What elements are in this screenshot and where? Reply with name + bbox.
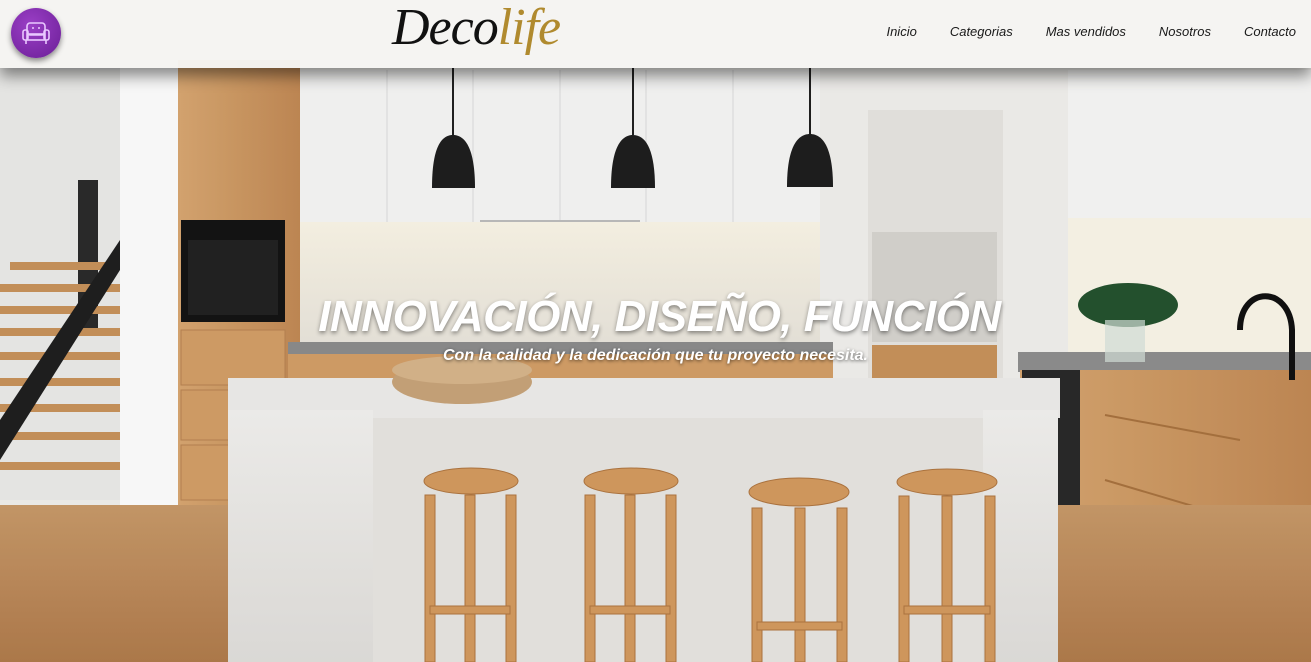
- nav-link-contacto[interactable]: Contacto: [1244, 24, 1296, 39]
- navbar: Decolife Inicio Categorias Mas vendidos …: [0, 0, 1311, 68]
- armchair-icon: [22, 22, 50, 44]
- brand-name-part2: life: [497, 0, 561, 56]
- brand-logo[interactable]: Decolife: [392, 0, 561, 68]
- main-nav: Inicio Categorias Mas vendidos Nosotros …: [853, 24, 1296, 39]
- hero-title: INNOVACIÓN, DISEÑO, FUNCIÓN: [0, 292, 1311, 342]
- nav-link-nosotros[interactable]: Nosotros: [1159, 24, 1211, 39]
- hero-subtitle-text: Con la calidad y la dedicación que tu pr…: [442, 347, 868, 364]
- nav-link-inicio[interactable]: Inicio: [886, 24, 916, 39]
- hero-title-text: INNOVACIÓN, DISEÑO, FUNCIÓN: [318, 292, 1001, 341]
- hero-subtitle: Con la calidad y la dedicación que tu pr…: [0, 347, 1311, 365]
- nav-link-categorias[interactable]: Categorias: [950, 24, 1013, 39]
- logo-badge[interactable]: [11, 8, 61, 58]
- brand-name-part1: Deco: [392, 0, 499, 56]
- nav-link-mas-vendidos[interactable]: Mas vendidos: [1046, 24, 1126, 39]
